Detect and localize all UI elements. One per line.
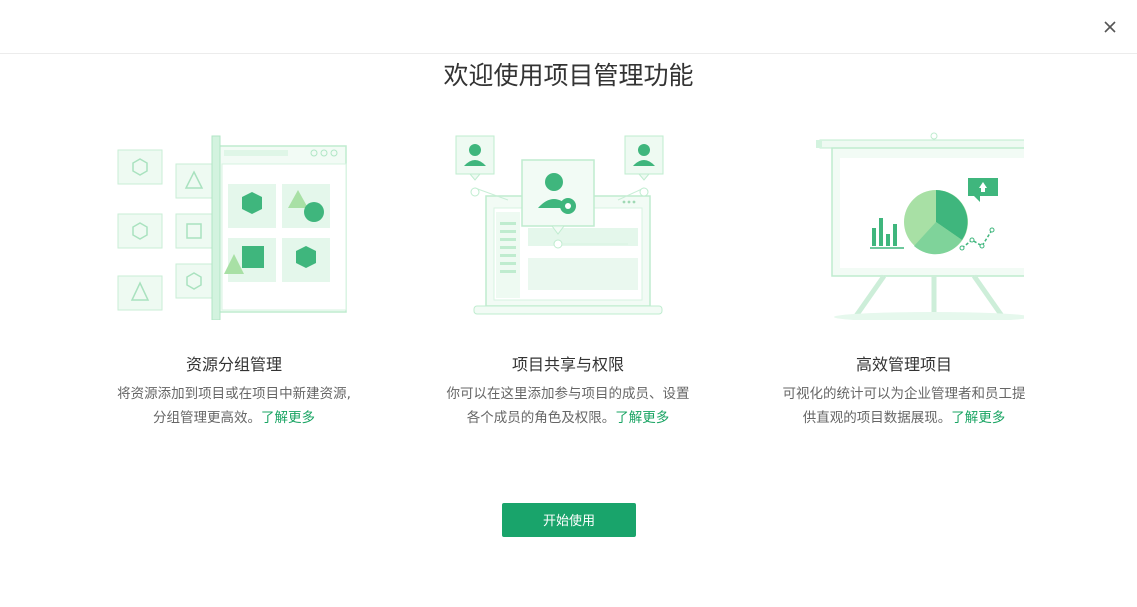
feature-desc-line: 各个成员的角色及权限。 [466,410,616,426]
feature-title: 项目共享与权限 [511,355,624,374]
learn-more-link[interactable]: 了解更多 [615,410,669,426]
feature-desc-line: 分组管理更高效。 [153,410,261,426]
feature-resource-grouping: 资源分组管理 将资源添加到项目或在项目中新建资源, 分组管理更高效。了解更多 [84,130,384,430]
feature-title: 资源分组管理 [185,355,282,374]
close-icon[interactable] [1099,16,1121,38]
feature-description: 可视化的统计可以为企业管理者和员工提 供直观的项目数据展现。了解更多 [754,382,1054,430]
presentation-board-illustration [816,132,1024,320]
feature-desc-line: 你可以在这里添加参与项目的成员、设置 [446,386,690,402]
learn-more-link[interactable]: 了解更多 [951,410,1005,426]
member-sharing-illustration [455,135,664,315]
feature-presentation: 高效管理项目 可视化的统计可以为企业管理者和员工提 供直观的项目数据展现。了解更… [754,130,1054,430]
feature-title: 高效管理项目 [855,355,952,374]
start-button[interactable]: 开始使用 [502,503,636,537]
dialog-title: 欢迎使用项目管理功能 [443,61,694,90]
dialog-header [0,0,1137,54]
feature-member-sharing: 项目共享与权限 你可以在这里添加参与项目的成员、设置 各个成员的角色及权限。了解… [418,130,718,430]
feature-desc-line: 供直观的项目数据展现。 [802,410,952,426]
feature-description: 将资源添加到项目或在项目中新建资源, 分组管理更高效。了解更多 [84,382,384,430]
feature-desc-line: 将资源添加到项目或在项目中新建资源, [117,386,351,402]
feature-description: 你可以在这里添加参与项目的成员、设置 各个成员的角色及权限。了解更多 [418,382,718,430]
feature-desc-line: 可视化的统计可以为企业管理者和员工提 [782,386,1026,402]
learn-more-link[interactable]: 了解更多 [261,410,315,426]
resource-grouping-illustration [117,135,347,320]
